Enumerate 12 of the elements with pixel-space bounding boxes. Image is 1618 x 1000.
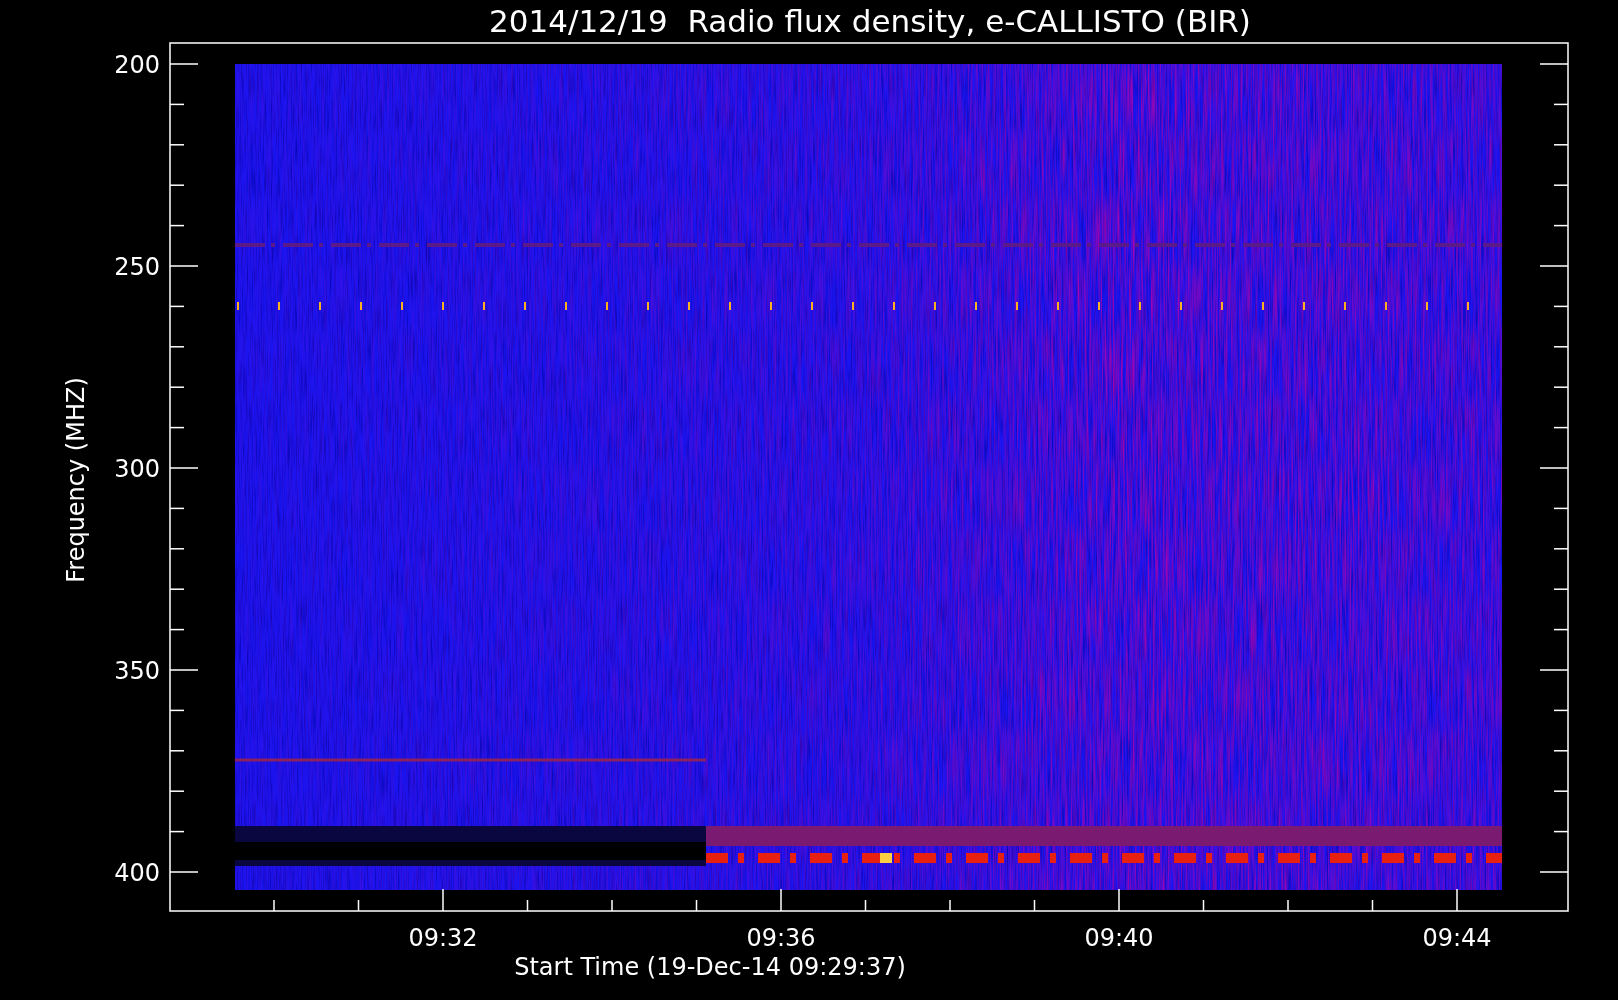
- axis-title: Frequency (MHZ): [62, 377, 90, 583]
- axis-tick-label: 09:32: [408, 924, 478, 952]
- axis-tick-label: 400: [114, 859, 160, 887]
- axis-tick-label: 200: [114, 51, 160, 79]
- axis-tick-label: 09:44: [1422, 924, 1492, 952]
- axis-tick-label: 350: [114, 657, 160, 685]
- axis-tick-label: 09:40: [1084, 924, 1154, 952]
- chart-title: 2014/12/19 Radio flux density, e-CALLISTO (BIR): [489, 3, 1251, 39]
- axis-title: Start Time (19-Dec-14 09:29:37): [514, 953, 906, 981]
- axis-tick-label: 250: [114, 253, 160, 281]
- axis-tick-label: 09:36: [746, 924, 816, 952]
- axis-tick-label: 300: [114, 455, 160, 483]
